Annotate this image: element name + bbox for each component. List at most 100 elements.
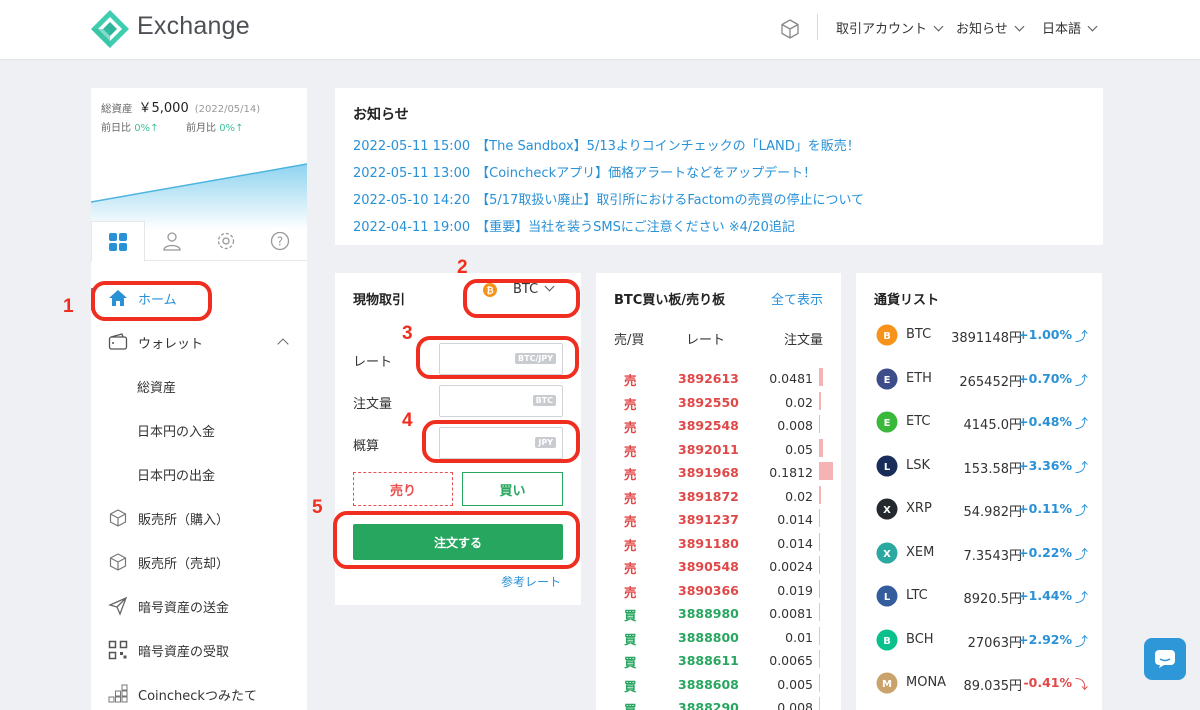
chat-button[interactable] [1144,638,1186,680]
tab-dashboard[interactable] [91,221,145,262]
sell-button[interactable]: 売り [353,472,453,506]
order-book-row[interactable]: 売 3891180 0.014 [596,532,841,556]
box-icon [108,508,128,528]
order-book-row[interactable]: 買 3888611 0.0065 [596,650,841,673]
order-book-row[interactable]: 売 3892011 0.05 [596,438,841,462]
order-book-row[interactable]: 買 3888290 0.008 [596,697,841,710]
order-rate: 3888290 [678,700,739,710]
coin-row[interactable]: L LSK 153.58円 +3.36% ⤴ [856,452,1102,482]
coin-name: LSK [906,457,931,473]
sidebar-item-buy-store[interactable]: 販売所（購入） [91,496,307,540]
annotation-number: 2 [457,257,468,278]
order-book-row[interactable]: 買 3888980 0.0081 [596,603,841,626]
cube-icon[interactable] [779,18,801,40]
news-title: お知らせ [353,107,409,123]
logo-text[interactable]: Exchange [137,12,250,41]
buy-button[interactable]: 買い [462,472,563,506]
order-book-row[interactable]: 売 3891968 0.1812 [596,462,841,485]
order-book-row[interactable]: 売 3891872 0.02 [596,485,841,509]
sidebar-item-coincheck-tsumitate[interactable]: Coincheckつみたて [91,672,307,710]
coin-change: +2.92% [1018,631,1072,647]
language-menu-label: 日本語 [1042,22,1082,37]
svg-text:B: B [883,636,891,647]
chevron-up-icon[interactable] [277,338,289,350]
show-all-link[interactable]: 全て表示 [771,289,823,308]
coin-row[interactable]: X XEM 7.3543円 +0.22% ⤴ [856,539,1102,569]
coin-row[interactable]: B BTC 3891148円 +1.00% ⤴ [856,321,1102,351]
sidebar-item-jpy-withdraw[interactable]: 日本円の出金 [91,452,307,496]
order-rate: 3892613 [678,371,739,386]
mona-icon: M [876,672,898,694]
order-book-row[interactable]: 売 3892613 0.0481 [596,368,841,391]
coin-row[interactable]: E ETC 4145.0円 +0.48% ⤴ [856,408,1102,438]
total-asset: 総資産 ￥5,000 (2022/05/14) [101,97,260,116]
coin-row[interactable]: X XRP 54.982円 +0.11% ⤴ [856,495,1102,525]
send-icon [108,596,128,616]
order-qty: 0.019 [777,582,813,598]
depth-bar [819,532,820,551]
tab-settings[interactable] [199,221,253,261]
trend-up-icon: ⤴ [1074,634,1088,650]
order-side: 買 [624,655,637,670]
estimate-label: 概算 [353,439,380,454]
coin-row[interactable]: M MONA 89.035円 -0.41% ⤵ [856,669,1102,699]
day-change-value: 0% [134,123,151,134]
sidebar-item-send-crypto[interactable]: 暗号資産の送金 [91,584,307,628]
order-qty: 0.008 [777,418,813,433]
order-book-row[interactable]: 売 3890366 0.019 [596,579,841,603]
svg-text:L: L [884,592,891,603]
sidebar-item-total-assets[interactable]: 総資産 [91,364,307,408]
order-qty: 0.02 [785,488,813,504]
news-item[interactable]: 2022-05-11 15:00 【The Sandbox】5/13よりコインチェ… [353,133,1085,160]
ltc-icon: L [876,585,898,607]
sidebar-item-wallet[interactable]: ウォレット [91,320,307,364]
sidebar-item-receive-crypto[interactable]: 暗号資産の受取 [91,628,307,672]
order-side: 売 [624,443,637,459]
order-side: 買 [624,678,637,694]
annotation-box-2 [463,279,580,318]
order-book-row[interactable]: 売 3890548 0.0024 [596,556,841,579]
order-rate: 3891180 [678,535,739,551]
coin-row[interactable]: L LTC 8920.5円 +1.44% ⤴ [856,582,1102,612]
order-book-row[interactable]: 買 3888800 0.01 [596,626,841,650]
news-item[interactable]: 2022-05-11 13:00 【Coincheckアプリ】価格アラートなどをア… [353,160,1085,187]
tab-profile[interactable] [145,221,199,261]
sidebar-tabs: ? [91,221,307,262]
sidebar-item-label: 販売所（購入） [138,512,230,528]
news-item[interactable]: 2022-05-10 14:20 【5/17取扱い廃止】取引所におけるFactom… [353,187,1085,214]
coin-price: 153.58円 [963,461,1023,477]
coin-change: +0.11% [1018,501,1072,516]
language-menu[interactable]: 日本語 [1042,18,1098,37]
order-rate: 3890548 [678,559,739,574]
coin-name: BTC [906,327,932,342]
coin-name: LTC [906,588,928,603]
total-asset-amount: ￥5,000 [138,101,189,116]
news-menu[interactable]: お知らせ [956,18,1025,37]
order-rate: 3888980 [678,606,739,621]
coin-row[interactable]: E ETH 265452円 +0.70% ⤴ [856,365,1102,395]
tab-help[interactable]: ? [253,221,307,261]
sidebar-item-jpy-deposit[interactable]: 日本円の入金 [91,408,307,452]
coin-price: 27063円 [967,635,1022,651]
sidebar-item-label: 販売所（売却） [138,556,230,572]
annotation-box-3 [416,336,579,379]
order-rate: 3888800 [678,629,739,645]
exchange-logo-icon[interactable] [90,9,130,49]
coin-row[interactable]: B BCH 27063円 +2.92% ⤴ [856,626,1102,656]
order-book-row[interactable]: 売 3892548 0.008 [596,415,841,438]
trade-title: 現物取引 [353,293,406,308]
order-book-row[interactable]: 買 3888608 0.005 [596,673,841,697]
order-book-row[interactable]: 売 3892550 0.02 [596,391,841,415]
order-book-row[interactable]: 売 3891237 0.014 [596,509,841,532]
amount-input[interactable]: BTC [439,385,563,417]
sidebar-item-label: ウォレット [138,336,204,352]
annotation-box-4 [422,420,580,463]
sidebar-item-sell-store[interactable]: 販売所（売却） [91,540,307,584]
account-menu[interactable]: 取引アカウント [836,18,944,37]
reference-rate-link[interactable]: 参考レート [501,573,561,590]
sidebar-item-label: 暗号資産の受取 [138,644,230,660]
month-change-label: 前月比 [186,123,216,134]
order-qty: 0.005 [777,676,813,692]
news-item[interactable]: 2022-04-11 19:00 【重要】当社を装うSMSにご注意ください ※4/… [353,214,1085,241]
depth-bar [819,673,820,692]
